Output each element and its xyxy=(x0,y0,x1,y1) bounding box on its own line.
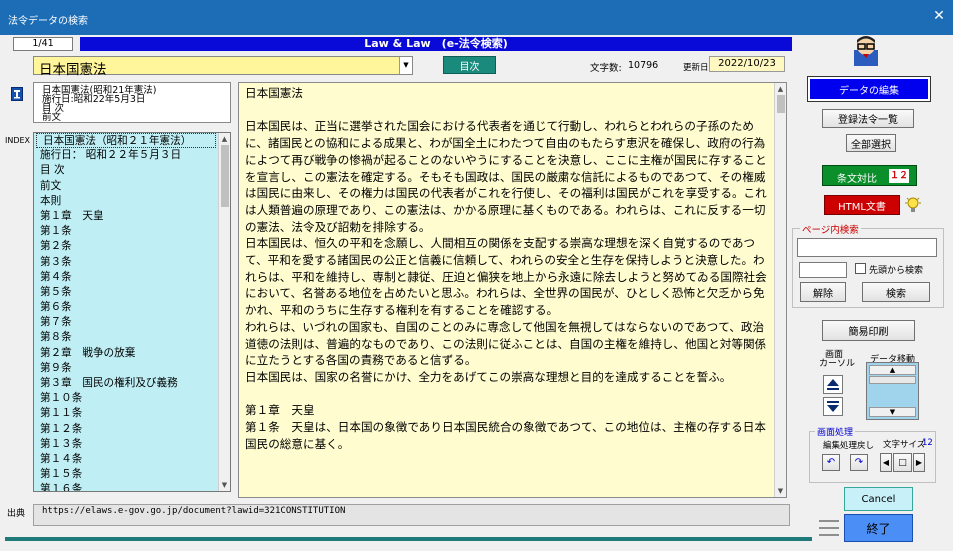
index-item[interactable]: 第６条 xyxy=(34,300,218,315)
info-toggle-icon[interactable] xyxy=(11,87,23,101)
lightbulb-icon[interactable] xyxy=(904,196,922,214)
index-item[interactable]: 第１１条 xyxy=(34,406,218,421)
law-select-value: 日本国憲法 xyxy=(39,62,107,78)
compare-button[interactable]: 条文対比 １２ xyxy=(822,165,917,186)
arrow-down-icon xyxy=(827,401,839,412)
index-item[interactable]: 目 次 xyxy=(34,163,218,178)
index-item[interactable]: 第３条 xyxy=(34,255,218,270)
index-item[interactable]: 第３章 国民の権利及び義務 xyxy=(34,376,218,391)
source-url[interactable]: https://elaws.e-gov.go.jp/document?lawid… xyxy=(33,504,790,526)
font-increase-icon[interactable]: ▶ xyxy=(913,453,925,472)
finish-button[interactable]: 終了 xyxy=(844,514,913,542)
index-item[interactable]: 前文 xyxy=(34,179,218,194)
scroll-down-icon[interactable]: ▼ xyxy=(869,407,916,417)
index-item[interactable]: 第１６条 xyxy=(34,482,218,491)
app-banner: Law & Law (e-法令検索) xyxy=(80,37,792,51)
select-all-button[interactable]: 全部選択 xyxy=(846,134,896,152)
content-scrollbar[interactable]: ▲ ▼ xyxy=(774,83,786,497)
index-item[interactable]: 施行日： 昭和２２年５月３日 xyxy=(34,148,218,163)
index-item[interactable]: 第１４条 xyxy=(34,452,218,467)
index-item[interactable]: 第１２条 xyxy=(34,422,218,437)
html-doc-button[interactable]: HTML文書 xyxy=(824,195,900,215)
progress-bar xyxy=(5,537,812,541)
registered-list-button[interactable]: 登録法令一覧 xyxy=(822,109,914,128)
updated-label: 更新日 xyxy=(683,63,709,73)
clear-button[interactable]: 解除 xyxy=(800,282,846,302)
scroll-up-icon[interactable]: ▲ xyxy=(869,365,916,375)
avatar xyxy=(851,34,881,66)
font-decrease-icon[interactable]: ◀ xyxy=(880,453,892,472)
page-indicator: 1/41 xyxy=(13,37,73,51)
undo-icon[interactable]: ↶ xyxy=(822,454,840,471)
law-text[interactable]: 日本国憲法 日本国民は、正当に選挙された国会における代表者を通じて行動し、われら… xyxy=(245,85,767,452)
font-size-value: 12 xyxy=(922,438,933,448)
from-top-checkbox[interactable] xyxy=(855,263,866,274)
info-line: 施行日:昭和22年5月3日 xyxy=(42,94,146,105)
scroll-up-icon[interactable]: ▲ xyxy=(775,85,786,93)
font-size-label: 文字サイズ xyxy=(883,440,926,450)
window-title: 法令データの検索 xyxy=(8,16,88,27)
from-top-label: 先頭から検索 xyxy=(869,266,924,276)
law-text-area[interactable]: 日本国憲法 日本国民は、正当に選挙された国会における代表者を通じて行動し、われら… xyxy=(238,82,787,498)
scroll-thumb[interactable] xyxy=(777,95,785,113)
index-item[interactable]: 第１条 xyxy=(34,224,218,239)
compare-label: 条文対比 xyxy=(837,174,877,185)
law-info-box: 日本国憲法(昭和21年憲法) 施行日:昭和22年5月3日 目 次 前文 xyxy=(33,82,231,123)
scroll-thumb[interactable] xyxy=(869,376,916,384)
index-item[interactable]: 本則 xyxy=(34,194,218,209)
index-item[interactable]: 第２条 xyxy=(34,239,218,254)
page-search-input[interactable] xyxy=(797,238,937,257)
title-bar: 法令データの検索 ✕ xyxy=(0,0,953,35)
cancel-button[interactable]: Cancel xyxy=(844,487,913,511)
index-item[interactable]: 第９条 xyxy=(34,361,218,376)
index-item[interactable]: 第１５条 xyxy=(34,467,218,482)
page-search-label: ページ内検索 xyxy=(800,222,861,236)
toc-button[interactable]: 目次 xyxy=(443,56,496,74)
simple-print-button[interactable]: 簡易印刷 xyxy=(822,320,915,341)
index-item[interactable]: 第１３条 xyxy=(34,437,218,452)
index-list[interactable]: 日本国憲法（昭和２１年憲法） 施行日： 昭和２２年５月３日目 次前文 本則 第１章 天… xyxy=(33,132,231,492)
font-reset-icon[interactable]: □ xyxy=(893,453,912,472)
index-item[interactable]: 第４条 xyxy=(34,270,218,285)
screen-cursor-label: 画面 カーソル xyxy=(819,350,856,369)
scroll-down-icon[interactable]: ▼ xyxy=(775,487,786,495)
index-item[interactable]: 第１０条 xyxy=(34,391,218,406)
cursor-down-button[interactable] xyxy=(823,397,843,416)
index-item[interactable]: 第５条 xyxy=(34,285,218,300)
law-select[interactable]: 日本国憲法 ▼ xyxy=(33,56,413,78)
index-item[interactable]: 第８条 xyxy=(34,330,218,345)
screen-proc-label: 画面処理 xyxy=(815,425,856,438)
char-count-label: 文字数: xyxy=(590,63,622,74)
search-button[interactable]: 検索 xyxy=(862,282,930,302)
index-scrollbar[interactable]: ▲ ▼ xyxy=(218,133,230,491)
index-item[interactable]: 日本国憲法（昭和２１年憲法） xyxy=(36,133,216,149)
cursor-up-button[interactable] xyxy=(823,375,843,394)
source-label: 出典 xyxy=(7,509,26,519)
close-icon[interactable]: ✕ xyxy=(930,8,948,24)
menu-icon[interactable] xyxy=(818,517,840,539)
scroll-up-icon[interactable]: ▲ xyxy=(219,135,230,143)
index-label: INDEX xyxy=(5,136,31,145)
data-move-scrollbar[interactable]: ▲ ▼ xyxy=(866,362,919,420)
index-item[interactable]: 第７条 xyxy=(34,315,218,330)
edit-undo-label: 編集処理戻し xyxy=(823,441,875,451)
arrow-up-icon xyxy=(827,379,839,390)
edit-data-button[interactable]: データの編集 xyxy=(807,76,931,102)
index-item[interactable]: 第１章 天皇 xyxy=(34,209,218,224)
scroll-thumb[interactable] xyxy=(221,145,229,207)
scroll-down-icon[interactable]: ▼ xyxy=(219,481,230,489)
search-position-input[interactable] xyxy=(799,262,847,278)
info-line: 目 次 xyxy=(42,103,65,114)
updated-date: 2022/10/23 xyxy=(709,56,785,72)
chevron-down-icon[interactable]: ▼ xyxy=(399,57,412,74)
char-count-value: 10796 xyxy=(628,60,659,71)
index-item[interactable]: 第２章 戦争の放棄 xyxy=(34,346,218,361)
redo-icon[interactable]: ↷ xyxy=(850,454,868,471)
info-line: 前文 xyxy=(42,112,62,123)
compare-badge: １２ xyxy=(889,169,909,183)
